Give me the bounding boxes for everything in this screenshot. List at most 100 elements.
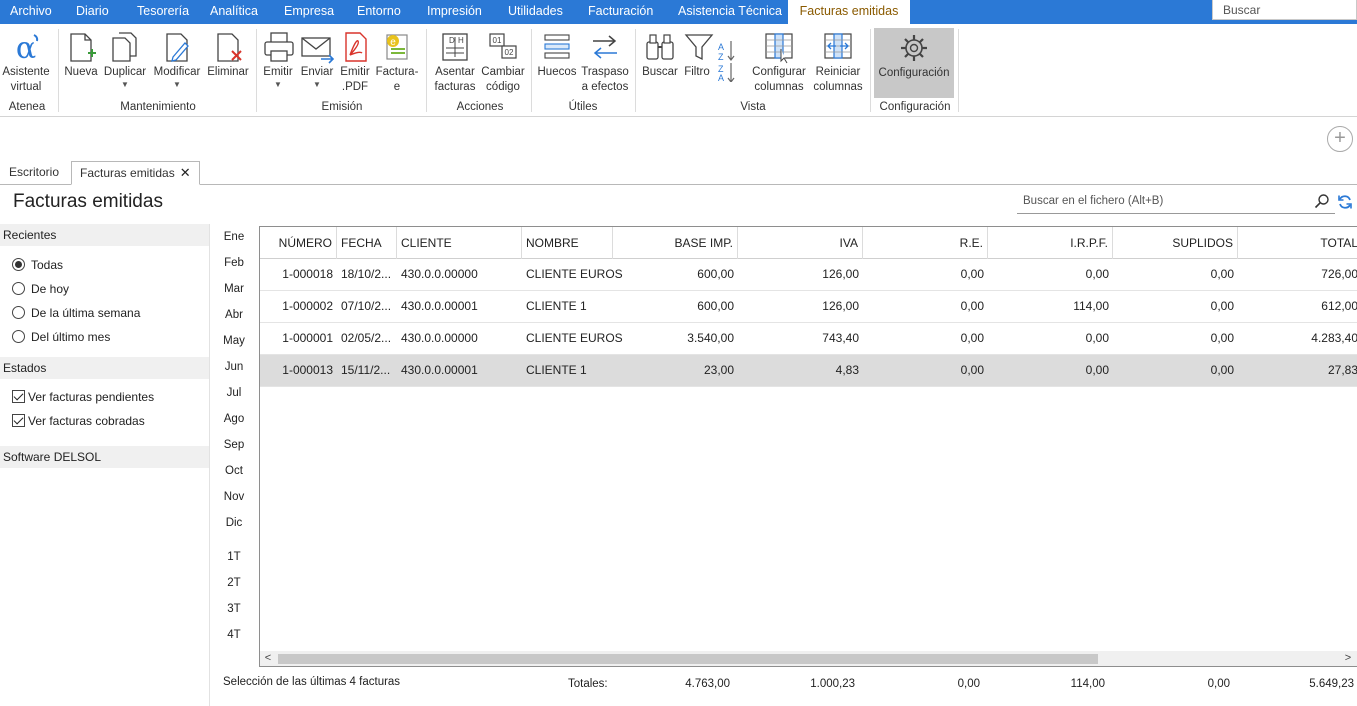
tab-facturas-emitidas[interactable]: Facturas emitidas ✕ bbox=[71, 161, 200, 185]
month-jul[interactable]: Jul bbox=[218, 387, 250, 399]
table-row[interactable]: 1-000018 18/10/2... 430.0.0.00000 CLIENT… bbox=[260, 259, 1357, 291]
horizontal-scrollbar[interactable]: < > bbox=[260, 651, 1357, 666]
enviar-button[interactable]: Enviar ▼ bbox=[299, 29, 335, 90]
column-header-suplidos[interactable]: SUPLIDOS bbox=[1113, 227, 1238, 259]
month-ago[interactable]: Ago bbox=[218, 413, 250, 425]
nueva-label: Nueva bbox=[64, 66, 98, 78]
month-jun[interactable]: Jun bbox=[218, 361, 250, 373]
column-header-total[interactable]: TOTAL bbox=[1238, 227, 1357, 259]
column-header-fecha[interactable]: FECHA bbox=[337, 227, 397, 259]
cell-cliente: 430.0.0.00000 bbox=[401, 267, 478, 281]
asistente-virtual-button[interactable]: α Asistente virtual bbox=[2, 29, 50, 95]
asentar-facturas-button[interactable]: DH Asentar facturas bbox=[432, 29, 478, 95]
menu-empresa[interactable]: Empresa bbox=[284, 0, 334, 24]
month-abr[interactable]: Abr bbox=[218, 309, 250, 321]
checkbox-pendientes[interactable]: Ver facturas pendientes bbox=[12, 388, 154, 406]
group-separator bbox=[531, 29, 532, 112]
cell-fecha: 07/10/2... bbox=[341, 299, 392, 313]
cell-suplidos: 0,00 bbox=[1210, 363, 1234, 377]
radio-ultimo-mes[interactable]: Del último mes bbox=[12, 328, 110, 346]
close-icon[interactable]: ✕ bbox=[180, 165, 191, 180]
menu-facturacion[interactable]: Facturación bbox=[588, 0, 653, 24]
quarter-2t[interactable]: 2T bbox=[218, 577, 250, 589]
group-label-mantenimiento: Mantenimiento bbox=[120, 101, 196, 113]
month-may[interactable]: May bbox=[218, 335, 250, 347]
scroll-right-icon[interactable]: > bbox=[1340, 651, 1356, 666]
sort-button[interactable]: AZZA bbox=[716, 38, 738, 82]
table-row[interactable]: 1-000002 07/10/2... 430.0.0.00001 CLIENT… bbox=[260, 291, 1357, 323]
modificar-label: Modificar bbox=[153, 66, 201, 78]
configuracion-button[interactable]: Configuración bbox=[874, 28, 954, 98]
eliminar-button[interactable]: Eliminar bbox=[206, 29, 250, 80]
group-label-vista: Vista bbox=[740, 101, 766, 113]
quarter-4t[interactable]: 4T bbox=[218, 629, 250, 641]
modificar-button[interactable]: Modificar ▼ bbox=[151, 29, 203, 90]
tab-escritorio[interactable]: Escritorio bbox=[1, 161, 67, 185]
page-title: Facturas emitidas bbox=[13, 191, 163, 212]
configurar-columnas-button[interactable]: Configurar columnas bbox=[750, 29, 808, 95]
duplicar-label: Duplicar bbox=[103, 66, 147, 78]
facturae-button[interactable]: e Factura- e bbox=[375, 29, 419, 95]
total-re: 0,00 bbox=[957, 678, 980, 690]
menu-diario[interactable]: Diario bbox=[76, 0, 109, 24]
file-search-input[interactable] bbox=[1017, 190, 1307, 212]
month-oct[interactable]: Oct bbox=[218, 465, 250, 477]
columns-config-icon bbox=[765, 33, 793, 64]
chevron-down-icon: ▼ bbox=[313, 80, 321, 89]
tab-facturas-label: Facturas emitidas bbox=[80, 166, 175, 180]
search-icon[interactable] bbox=[1314, 193, 1330, 209]
menu-facturas-emitidas[interactable]: Facturas emitidas bbox=[788, 0, 910, 24]
quarter-1t[interactable]: 1T bbox=[218, 551, 250, 563]
radio-de-hoy[interactable]: De hoy bbox=[12, 280, 69, 298]
nueva-button[interactable]: Nueva bbox=[63, 29, 99, 80]
column-header-re[interactable]: R.E. bbox=[863, 227, 988, 259]
cambiar-codigo-button[interactable]: 01 02 Cambiar código bbox=[480, 29, 526, 95]
asistente-label-2: virtual bbox=[10, 81, 42, 93]
quarter-3t[interactable]: 3T bbox=[218, 603, 250, 615]
table-row[interactable]: 1-000001 02/05/2... 430.0.0.00000 CLIENT… bbox=[260, 323, 1357, 355]
emitir-pdf-button[interactable]: Emitir .PDF bbox=[338, 29, 372, 95]
emitir-button[interactable]: Emitir ▼ bbox=[261, 29, 295, 90]
menu-entorno[interactable]: Entorno bbox=[357, 0, 401, 24]
scroll-left-icon[interactable]: < bbox=[260, 651, 276, 666]
month-sep[interactable]: Sep bbox=[218, 439, 250, 451]
traspaso-efectos-button[interactable]: Traspaso a efectos bbox=[580, 29, 630, 95]
huecos-button[interactable]: Huecos bbox=[536, 29, 578, 80]
cell-irpf: 0,00 bbox=[1085, 331, 1109, 345]
menu-asistencia-tecnica[interactable]: Asistencia Técnica bbox=[678, 0, 782, 24]
ledger-icon: DH bbox=[442, 33, 468, 61]
filtro-button[interactable]: Filtro bbox=[681, 29, 714, 80]
envelope-icon bbox=[301, 37, 335, 64]
column-header-irpf[interactable]: I.R.P.F. bbox=[988, 227, 1113, 259]
global-search-input[interactable] bbox=[1213, 0, 1356, 19]
table-row-selected[interactable]: 1-000013 15/11/2... 430.0.0.00001 CLIENT… bbox=[260, 355, 1357, 387]
svg-text:H: H bbox=[458, 36, 464, 45]
menu-tesoreria[interactable]: Tesorería bbox=[137, 0, 189, 24]
menu-utilidades[interactable]: Utilidades bbox=[508, 0, 563, 24]
scrollbar-thumb[interactable] bbox=[278, 654, 1098, 664]
column-header-numero[interactable]: NÚMERO bbox=[260, 227, 337, 259]
add-tab-icon[interactable]: + bbox=[1327, 126, 1353, 152]
menu-impresion[interactable]: Impresión bbox=[427, 0, 482, 24]
month-ene[interactable]: Ene bbox=[218, 231, 250, 243]
radio-todas[interactable]: Todas bbox=[12, 256, 63, 274]
month-nov[interactable]: Nov bbox=[218, 491, 250, 503]
month-feb[interactable]: Feb bbox=[218, 257, 250, 269]
menu-archivo[interactable]: Archivo bbox=[10, 0, 52, 24]
group-separator bbox=[426, 29, 427, 112]
column-header-iva[interactable]: IVA bbox=[738, 227, 863, 259]
month-mar[interactable]: Mar bbox=[218, 283, 250, 295]
radio-ultima-semana[interactable]: De la última semana bbox=[12, 304, 140, 322]
menu-analitica[interactable]: Analítica bbox=[210, 0, 258, 24]
refresh-icon[interactable] bbox=[1337, 194, 1353, 210]
checkbox-cobradas[interactable]: Ver facturas cobradas bbox=[12, 412, 145, 430]
buscar-button[interactable]: Buscar bbox=[641, 29, 679, 80]
reiniciar-columnas-button[interactable]: Reiniciar columnas bbox=[812, 29, 864, 95]
duplicar-button[interactable]: Duplicar ▼ bbox=[102, 29, 148, 90]
cell-iva: 126,00 bbox=[822, 267, 859, 281]
column-header-nombre[interactable]: NOMBRE bbox=[522, 227, 613, 259]
filter-panel: Recientes Todas De hoy De la última sema… bbox=[0, 224, 209, 706]
column-header-cliente[interactable]: CLIENTE bbox=[397, 227, 522, 259]
month-dic[interactable]: Dic bbox=[218, 517, 250, 529]
column-header-base-imp[interactable]: BASE IMP. bbox=[613, 227, 738, 259]
